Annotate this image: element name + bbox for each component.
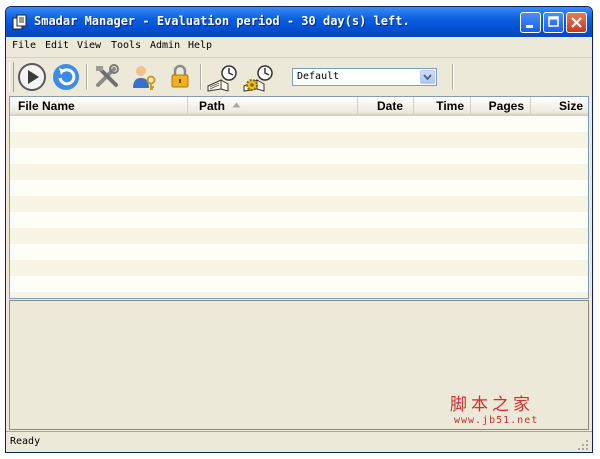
- column-header-path[interactable]: Path: [188, 97, 358, 115]
- menu-help[interactable]: Help: [188, 40, 212, 51]
- column-header-size[interactable]: Size: [531, 97, 588, 115]
- user-key-button[interactable]: [128, 61, 160, 93]
- menu-bar: File Edit View Tools Admin Help: [6, 37, 592, 58]
- menu-view[interactable]: View: [77, 40, 101, 51]
- book-clock-icon: [207, 65, 237, 92]
- column-header-pages[interactable]: Pages: [471, 97, 531, 115]
- toolbar-separator: [452, 64, 454, 90]
- maximize-icon: [548, 16, 559, 27]
- column-label: Path: [199, 99, 226, 113]
- play-icon: [18, 63, 46, 91]
- user-key-icon: [133, 66, 156, 90]
- column-label: Date: [376, 99, 403, 113]
- detail-pane: 脚本之家 www.jb51.net: [9, 300, 589, 430]
- sort-ascending-icon: [232, 102, 241, 108]
- minimize-icon: [526, 25, 533, 28]
- menu-admin[interactable]: Admin: [150, 40, 180, 51]
- toolbar-separator: [86, 64, 88, 90]
- column-label: Pages: [488, 99, 524, 113]
- lock-icon: [171, 64, 189, 88]
- file-list-header: File Name Path Date Time Pages Size: [10, 97, 588, 116]
- resize-grip-icon[interactable]: [577, 439, 589, 451]
- toolbar-grip[interactable]: [9, 62, 14, 92]
- book-clock-button[interactable]: [206, 61, 238, 93]
- refresh-button[interactable]: [50, 61, 82, 93]
- column-label: File Name: [18, 99, 75, 113]
- title-bar[interactable]: Smadar Manager - Evaluation period - 30 …: [6, 7, 592, 37]
- profile-select[interactable]: Default: [292, 68, 437, 86]
- book-clock-gear-button[interactable]: [242, 61, 274, 93]
- column-header-date[interactable]: Date: [358, 97, 414, 115]
- column-header-time[interactable]: Time: [414, 97, 471, 115]
- window-title: Smadar Manager - Evaluation period - 30 …: [34, 14, 410, 28]
- tools-icon: [96, 64, 119, 87]
- menu-file[interactable]: File: [12, 40, 36, 51]
- app-window: Smadar Manager - Evaluation period - 30 …: [5, 6, 593, 453]
- lock-button[interactable]: [164, 61, 196, 93]
- tools-button[interactable]: [92, 61, 124, 93]
- column-label: Time: [436, 99, 464, 113]
- play-button[interactable]: [16, 61, 48, 93]
- refresh-icon: [53, 64, 79, 90]
- book-clock-gear-icon: [243, 65, 273, 92]
- file-list-body[interactable]: [10, 116, 588, 298]
- toolbar: Default: [6, 58, 592, 96]
- watermark-text: 脚本之家: [450, 395, 534, 415]
- status-text: Ready: [10, 436, 41, 447]
- close-button[interactable]: [566, 12, 587, 33]
- column-header-file-name[interactable]: File Name: [10, 97, 188, 115]
- chevron-down-icon: [423, 74, 432, 81]
- column-label: Size: [558, 99, 583, 113]
- profile-select-dropdown-button[interactable]: [420, 70, 435, 84]
- toolbar-separator: [200, 64, 202, 90]
- minimize-button[interactable]: [520, 12, 541, 33]
- status-bar: Ready: [6, 431, 592, 452]
- menu-tools[interactable]: Tools: [111, 40, 141, 51]
- menu-edit[interactable]: Edit: [45, 40, 69, 51]
- close-icon: [571, 17, 582, 28]
- file-list[interactable]: File Name Path Date Time Pages Size: [9, 96, 589, 299]
- watermark: 脚本之家 www.jb51.net: [450, 390, 538, 426]
- app-icon[interactable]: [12, 14, 28, 30]
- profile-select-value: Default: [297, 71, 340, 82]
- maximize-button[interactable]: [543, 12, 564, 33]
- watermark-url: www.jb51.net: [454, 415, 539, 426]
